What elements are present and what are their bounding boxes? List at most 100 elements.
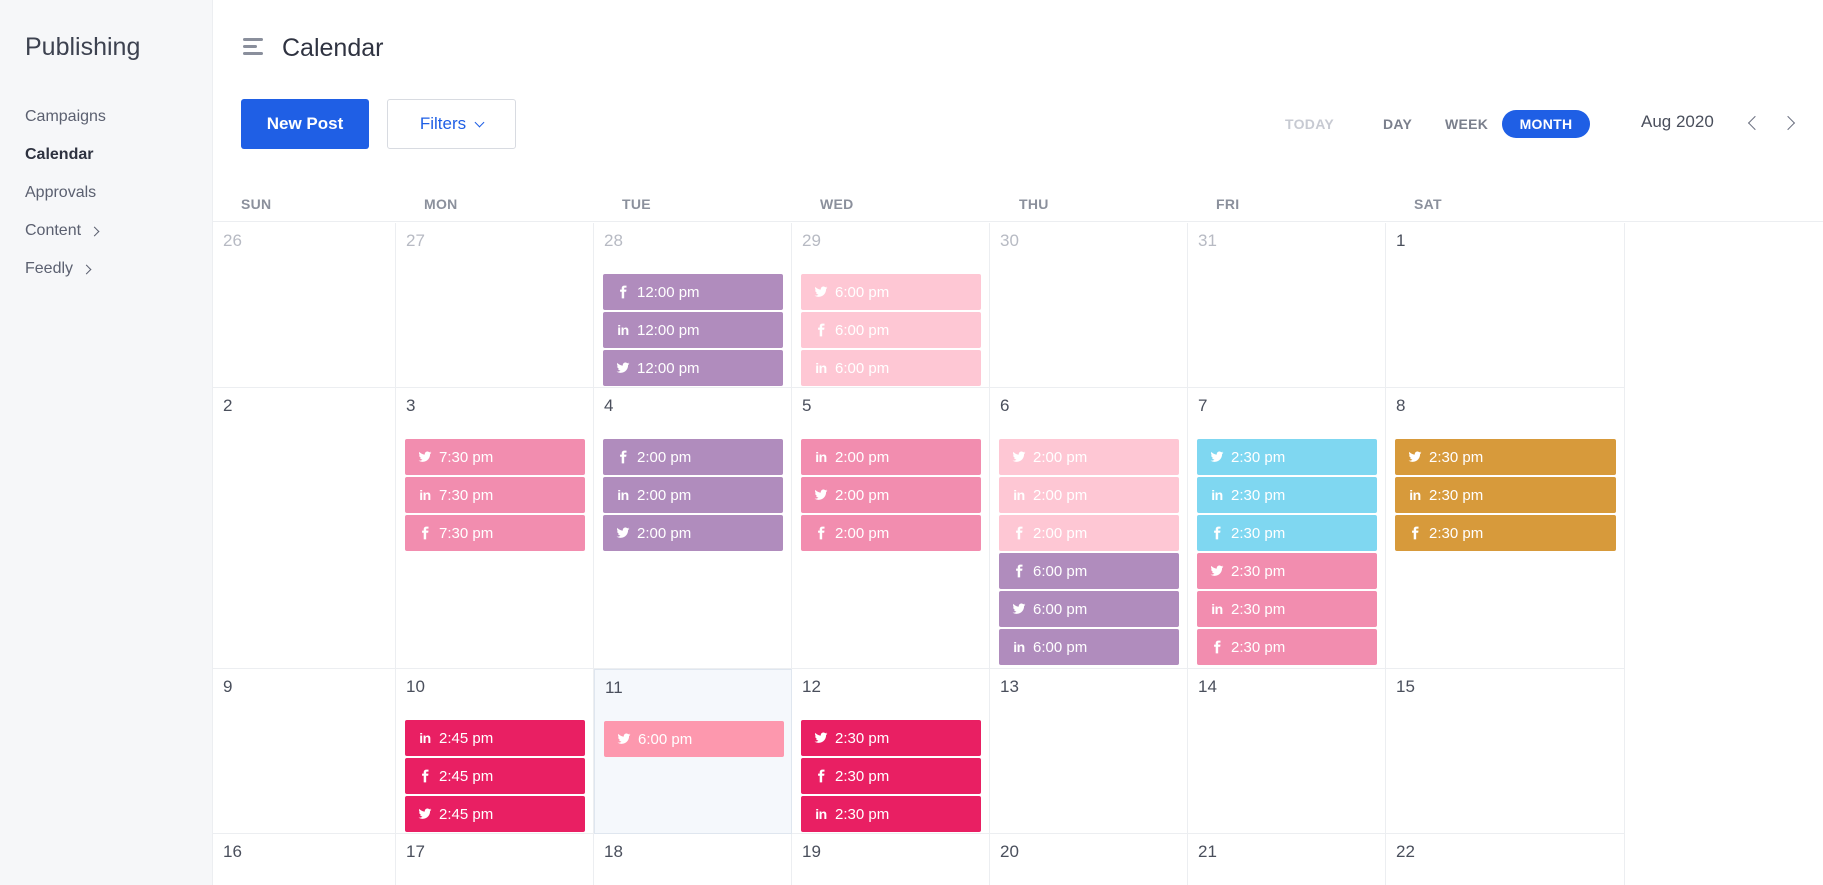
- scheduled-post-twitter[interactable]: 6:00 pm: [999, 591, 1179, 627]
- scheduled-post-twitter[interactable]: 2:00 pm: [603, 515, 783, 551]
- chevron-down-icon: [474, 117, 485, 127]
- filters-button[interactable]: Filters: [387, 99, 516, 149]
- weekday-label: TUE: [622, 196, 651, 212]
- tab-month[interactable]: MONTH: [1502, 110, 1590, 138]
- new-post-button[interactable]: New Post: [241, 99, 369, 149]
- scheduled-post-linkedin[interactable]: in 2:00 pm: [801, 439, 981, 475]
- previous-month-button[interactable]: [1747, 115, 1763, 131]
- scheduled-post-twitter[interactable]: 2:30 pm: [1197, 439, 1377, 475]
- scheduled-post-facebook[interactable]: 2:30 pm: [1395, 515, 1616, 551]
- scheduled-post-twitter[interactable]: 2:00 pm: [999, 439, 1179, 475]
- sidebar-item-approvals[interactable]: Approvals: [25, 174, 106, 212]
- calendar-day[interactable]: 28 12:00 pm in 12:00 pm 12:00 pm: [594, 223, 792, 388]
- scheduled-post-linkedin[interactable]: in 6:00 pm: [801, 350, 981, 386]
- sidebar-item-campaigns[interactable]: Campaigns: [25, 98, 106, 136]
- calendar-day[interactable]: 20: [990, 834, 1188, 885]
- next-month-button[interactable]: [1780, 115, 1796, 131]
- scheduled-post-facebook[interactable]: 6:00 pm: [999, 553, 1179, 589]
- calendar-day[interactable]: 13: [990, 669, 1188, 834]
- scheduled-post-twitter[interactable]: 2:45 pm: [405, 796, 585, 832]
- calendar-day[interactable]: 3 7:30 pm in 7:30 pm 7:30 pm: [396, 388, 594, 669]
- calendar-day[interactable]: 31: [1188, 223, 1386, 388]
- calendar-day[interactable]: 1: [1386, 223, 1625, 388]
- facebook-icon: [1209, 525, 1225, 541]
- calendar-day[interactable]: 15: [1386, 669, 1625, 834]
- calendar-day[interactable]: 14: [1188, 669, 1386, 834]
- calendar-day[interactable]: 12 2:30 pm 2:30 pm in 2:30 pm: [792, 669, 990, 834]
- calendar-day[interactable]: 22: [1386, 834, 1625, 885]
- scheduled-post-linkedin[interactable]: in 2:45 pm: [405, 720, 585, 756]
- scheduled-post-twitter[interactable]: 6:00 pm: [801, 274, 981, 310]
- post-time: 2:45 pm: [439, 767, 494, 785]
- scheduled-post-twitter[interactable]: 6:00 pm: [604, 721, 784, 757]
- scheduled-post-twitter[interactable]: 2:00 pm: [801, 477, 981, 513]
- calendar-day[interactable]: 9: [213, 669, 396, 834]
- day-number: 13: [1000, 677, 1019, 696]
- scheduled-post-facebook[interactable]: 2:45 pm: [405, 758, 585, 794]
- scheduled-post-facebook[interactable]: 6:00 pm: [801, 312, 981, 348]
- scheduled-post-twitter[interactable]: 2:30 pm: [1197, 553, 1377, 589]
- post-time: 6:00 pm: [835, 321, 890, 339]
- sidebar-item-content[interactable]: Content: [25, 212, 106, 250]
- post-time: 7:30 pm: [439, 524, 494, 542]
- scheduled-post-linkedin[interactable]: in 2:30 pm: [1395, 477, 1616, 513]
- scheduled-post-twitter[interactable]: 2:30 pm: [1395, 439, 1616, 475]
- scheduled-post-linkedin[interactable]: in 2:00 pm: [603, 477, 783, 513]
- calendar-day[interactable]: 29 6:00 pm 6:00 pm in 6:00 pm: [792, 223, 990, 388]
- scheduled-post-facebook[interactable]: 2:30 pm: [1197, 629, 1377, 665]
- today-button[interactable]: TODAY: [1285, 110, 1334, 138]
- sidebar-item-calendar[interactable]: Calendar: [25, 136, 106, 174]
- scheduled-post-facebook[interactable]: 7:30 pm: [405, 515, 585, 551]
- scheduled-post-linkedin[interactable]: in 2:30 pm: [1197, 591, 1377, 627]
- scheduled-post-facebook[interactable]: 2:30 pm: [1197, 515, 1377, 551]
- calendar-day[interactable]: 6 2:00 pm in 2:00 pm 2:00 pm 6:00 pm 6:00 pm in…: [990, 388, 1188, 669]
- calendar-day[interactable]: 17: [396, 834, 594, 885]
- scheduled-post-facebook[interactable]: 2:00 pm: [603, 439, 783, 475]
- sidebar-item-label: Calendar: [25, 146, 94, 163]
- sidebar-item-label: Approvals: [25, 184, 97, 201]
- scheduled-post-twitter[interactable]: 2:30 pm: [801, 720, 981, 756]
- calendar-day[interactable]: 16: [213, 834, 396, 885]
- calendar-day[interactable]: 8 2:30 pm in 2:30 pm 2:30 pm: [1386, 388, 1625, 669]
- calendar-day[interactable]: 10 in 2:45 pm 2:45 pm 2:45 pm: [396, 669, 594, 834]
- scheduled-post-linkedin[interactable]: in 2:30 pm: [1197, 477, 1377, 513]
- calendar-day[interactable]: 26: [213, 223, 396, 388]
- post-time: 2:00 pm: [1033, 486, 1088, 504]
- day-number: 27: [406, 231, 425, 250]
- calendar-day[interactable]: 7 2:30 pm in 2:30 pm 2:30 pm 2:30 pm in 2:30 pm…: [1188, 388, 1386, 669]
- calendar-day[interactable]: 18: [594, 834, 792, 885]
- scheduled-post-facebook[interactable]: 2:00 pm: [801, 515, 981, 551]
- post-time: 6:00 pm: [1033, 638, 1088, 656]
- facebook-icon: [813, 525, 829, 541]
- calendar-day-today[interactable]: 11 6:00 pm: [594, 669, 792, 834]
- day-number: 14: [1198, 677, 1217, 696]
- calendar-day[interactable]: 2: [213, 388, 396, 669]
- weekday-label: WED: [820, 196, 854, 212]
- linkedin-icon: in: [815, 806, 827, 822]
- scheduled-post-linkedin[interactable]: in 2:30 pm: [801, 796, 981, 832]
- calendar-day[interactable]: 21: [1188, 834, 1386, 885]
- tab-day[interactable]: DAY: [1383, 110, 1412, 138]
- day-number: 28: [604, 231, 623, 250]
- linkedin-icon: in: [1211, 601, 1223, 617]
- scheduled-post-facebook[interactable]: 2:30 pm: [801, 758, 981, 794]
- scheduled-post-facebook[interactable]: 12:00 pm: [603, 274, 783, 310]
- scheduled-post-twitter[interactable]: 12:00 pm: [603, 350, 783, 386]
- tab-week[interactable]: WEEK: [1445, 110, 1488, 138]
- facebook-icon: [615, 284, 631, 300]
- scheduled-post-linkedin[interactable]: in 12:00 pm: [603, 312, 783, 348]
- sidebar-item-feedly[interactable]: Feedly: [25, 250, 106, 288]
- calendar-day[interactable]: 4 2:00 pm in 2:00 pm 2:00 pm: [594, 388, 792, 669]
- calendar-day[interactable]: 5 in 2:00 pm 2:00 pm 2:00 pm: [792, 388, 990, 669]
- scheduled-post-linkedin[interactable]: in 7:30 pm: [405, 477, 585, 513]
- scheduled-post-facebook[interactable]: 2:00 pm: [999, 515, 1179, 551]
- scheduled-post-linkedin[interactable]: in 2:00 pm: [999, 477, 1179, 513]
- calendar-day[interactable]: 27: [396, 223, 594, 388]
- current-period: Aug 2020: [1641, 112, 1714, 131]
- facebook-icon: [1209, 639, 1225, 655]
- hamburger-menu-icon[interactable]: [243, 38, 263, 56]
- scheduled-post-linkedin[interactable]: in 6:00 pm: [999, 629, 1179, 665]
- scheduled-post-twitter[interactable]: 7:30 pm: [405, 439, 585, 475]
- calendar-day[interactable]: 30: [990, 223, 1188, 388]
- calendar-day[interactable]: 19: [792, 834, 990, 885]
